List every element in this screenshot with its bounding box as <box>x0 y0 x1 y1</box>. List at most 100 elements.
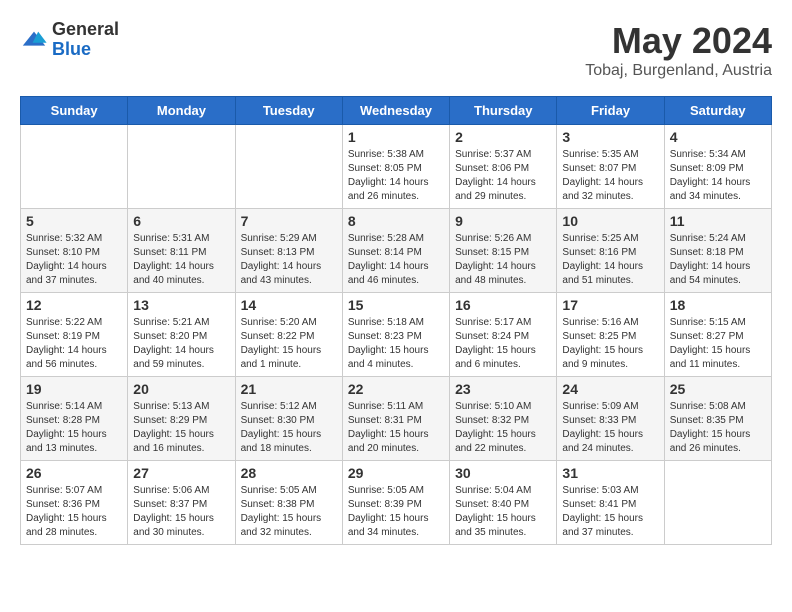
calendar-cell: 12 Sunrise: 5:22 AM Sunset: 8:19 PM Dayli… <box>21 293 128 377</box>
day-number: 20 <box>133 381 229 397</box>
day-number: 25 <box>670 381 766 397</box>
logo: General Blue <box>20 20 119 60</box>
calendar-week-5: 26Sunrise: 5:07 AM Sunset: 8:36 PM Dayli… <box>21 461 772 545</box>
cell-info: Sunrise: 5:37 AM Sunset: 8:06 PM Dayligh… <box>455 148 551 204</box>
calendar-week-3: 12 Sunrise: 5:22 AM Sunset: 8:19 PM Dayli… <box>21 293 772 377</box>
calendar-cell: 8 Sunrise: 5:28 AM Sunset: 8:14 PM Daylig… <box>342 209 449 293</box>
calendar-cell: 21 Sunrise: 5:12 AM Sunset: 8:30 PM Dayli… <box>235 377 342 461</box>
day-number: 12 <box>26 297 122 313</box>
day-number: 14 <box>241 297 337 313</box>
cell-info: Sunrise: 5:12 AM Sunset: 8:30 PM Dayligh… <box>241 400 337 456</box>
calendar-cell: 19 Sunrise: 5:14 AM Sunset: 8:28 PM Dayli… <box>21 377 128 461</box>
cell-info: Sunrise: 5:11 AM Sunset: 8:31 PM Dayligh… <box>348 400 444 456</box>
calendar-cell: 13 Sunrise: 5:21 AM Sunset: 8:20 PM Dayli… <box>128 293 235 377</box>
calendar-week-1: 1Sunrise: 5:38 AM Sunset: 8:05 PM Daylig… <box>21 125 772 209</box>
cell-info: Sunrise: 5:15 AM Sunset: 8:27 PM Dayligh… <box>670 316 766 372</box>
calendar-cell: 5 Sunrise: 5:32 AM Sunset: 8:10 PM Daylig… <box>21 209 128 293</box>
day-number: 22 <box>348 381 444 397</box>
day-number: 5 <box>26 213 122 229</box>
cell-info: Sunrise: 5:08 AM Sunset: 8:35 PM Dayligh… <box>670 400 766 456</box>
calendar-cell: 1Sunrise: 5:38 AM Sunset: 8:05 PM Daylig… <box>342 125 449 209</box>
logo-icon <box>20 26 48 54</box>
calendar-cell: 20 Sunrise: 5:13 AM Sunset: 8:29 PM Dayli… <box>128 377 235 461</box>
calendar-cell: 25 Sunrise: 5:08 AM Sunset: 8:35 PM Dayli… <box>664 377 771 461</box>
cell-info: Sunrise: 5:35 AM Sunset: 8:07 PM Dayligh… <box>562 148 658 204</box>
cell-info: Sunrise: 5:32 AM Sunset: 8:10 PM Dayligh… <box>26 232 122 288</box>
cell-info: Sunrise: 5:18 AM Sunset: 8:23 PM Dayligh… <box>348 316 444 372</box>
day-number: 18 <box>670 297 766 313</box>
day-number: 9 <box>455 213 551 229</box>
day-header-tuesday: Tuesday <box>235 97 342 125</box>
day-header-saturday: Saturday <box>664 97 771 125</box>
day-header-sunday: Sunday <box>21 97 128 125</box>
day-header-wednesday: Wednesday <box>342 97 449 125</box>
cell-info: Sunrise: 5:22 AM Sunset: 8:19 PM Dayligh… <box>26 316 122 372</box>
logo-blue-text: Blue <box>52 40 119 60</box>
cell-info: Sunrise: 5:16 AM Sunset: 8:25 PM Dayligh… <box>562 316 658 372</box>
day-number: 8 <box>348 213 444 229</box>
calendar-cell: 2 Sunrise: 5:37 AM Sunset: 8:06 PM Daylig… <box>450 125 557 209</box>
day-number: 13 <box>133 297 229 313</box>
day-number: 31 <box>562 465 658 481</box>
cell-info: Sunrise: 5:28 AM Sunset: 8:14 PM Dayligh… <box>348 232 444 288</box>
calendar-cell: 22 Sunrise: 5:11 AM Sunset: 8:31 PM Dayli… <box>342 377 449 461</box>
calendar-cell: 14 Sunrise: 5:20 AM Sunset: 8:22 PM Dayli… <box>235 293 342 377</box>
day-number: 6 <box>133 213 229 229</box>
calendar-cell: 3 Sunrise: 5:35 AM Sunset: 8:07 PM Daylig… <box>557 125 664 209</box>
day-number: 30 <box>455 465 551 481</box>
calendar-cell <box>128 125 235 209</box>
calendar-cell <box>21 125 128 209</box>
day-number: 24 <box>562 381 658 397</box>
cell-info: Sunrise: 5:03 AM Sunset: 8:41 PM Dayligh… <box>562 484 658 540</box>
cell-info: Sunrise: 5:13 AM Sunset: 8:29 PM Dayligh… <box>133 400 229 456</box>
calendar-cell: 26Sunrise: 5:07 AM Sunset: 8:36 PM Dayli… <box>21 461 128 545</box>
calendar-cell: 7 Sunrise: 5:29 AM Sunset: 8:13 PM Daylig… <box>235 209 342 293</box>
cell-info: Sunrise: 5:26 AM Sunset: 8:15 PM Dayligh… <box>455 232 551 288</box>
cell-info: Sunrise: 5:05 AM Sunset: 8:38 PM Dayligh… <box>241 484 337 540</box>
calendar-cell: 28 Sunrise: 5:05 AM Sunset: 8:38 PM Dayli… <box>235 461 342 545</box>
cell-info: Sunrise: 5:34 AM Sunset: 8:09 PM Dayligh… <box>670 148 766 204</box>
calendar-header-row: SundayMondayTuesdayWednesdayThursdayFrid… <box>21 97 772 125</box>
calendar-cell: 17Sunrise: 5:16 AM Sunset: 8:25 PM Dayli… <box>557 293 664 377</box>
calendar-cell: 18 Sunrise: 5:15 AM Sunset: 8:27 PM Dayli… <box>664 293 771 377</box>
calendar-cell: 29 Sunrise: 5:05 AM Sunset: 8:39 PM Dayli… <box>342 461 449 545</box>
cell-info: Sunrise: 5:10 AM Sunset: 8:32 PM Dayligh… <box>455 400 551 456</box>
calendar-cell: 6Sunrise: 5:31 AM Sunset: 8:11 PM Daylig… <box>128 209 235 293</box>
cell-info: Sunrise: 5:09 AM Sunset: 8:33 PM Dayligh… <box>562 400 658 456</box>
calendar-week-4: 19 Sunrise: 5:14 AM Sunset: 8:28 PM Dayli… <box>21 377 772 461</box>
day-number: 27 <box>133 465 229 481</box>
calendar-cell: 4 Sunrise: 5:34 AM Sunset: 8:09 PM Daylig… <box>664 125 771 209</box>
day-number: 16 <box>455 297 551 313</box>
logo-text: General Blue <box>52 20 119 60</box>
calendar-cell <box>235 125 342 209</box>
cell-info: Sunrise: 5:20 AM Sunset: 8:22 PM Dayligh… <box>241 316 337 372</box>
day-number: 2 <box>455 129 551 145</box>
cell-info: Sunrise: 5:14 AM Sunset: 8:28 PM Dayligh… <box>26 400 122 456</box>
calendar-cell: 24 Sunrise: 5:09 AM Sunset: 8:33 PM Dayli… <box>557 377 664 461</box>
title-block: May 2024 Tobaj, Burgenland, Austria <box>585 20 772 80</box>
cell-info: Sunrise: 5:17 AM Sunset: 8:24 PM Dayligh… <box>455 316 551 372</box>
day-number: 21 <box>241 381 337 397</box>
day-header-monday: Monday <box>128 97 235 125</box>
calendar-cell: 31 Sunrise: 5:03 AM Sunset: 8:41 PM Dayli… <box>557 461 664 545</box>
calendar-title: May 2024 <box>585 20 772 62</box>
day-number: 29 <box>348 465 444 481</box>
calendar-cell <box>664 461 771 545</box>
cell-info: Sunrise: 5:21 AM Sunset: 8:20 PM Dayligh… <box>133 316 229 372</box>
day-number: 3 <box>562 129 658 145</box>
day-header-thursday: Thursday <box>450 97 557 125</box>
day-number: 23 <box>455 381 551 397</box>
cell-info: Sunrise: 5:29 AM Sunset: 8:13 PM Dayligh… <box>241 232 337 288</box>
calendar-cell: 16 Sunrise: 5:17 AM Sunset: 8:24 PM Dayli… <box>450 293 557 377</box>
cell-info: Sunrise: 5:06 AM Sunset: 8:37 PM Dayligh… <box>133 484 229 540</box>
calendar-table: SundayMondayTuesdayWednesdayThursdayFrid… <box>20 96 772 545</box>
calendar-subtitle: Tobaj, Burgenland, Austria <box>585 62 772 80</box>
logo-general-text: General <box>52 20 119 40</box>
cell-info: Sunrise: 5:05 AM Sunset: 8:39 PM Dayligh… <box>348 484 444 540</box>
day-number: 28 <box>241 465 337 481</box>
day-number: 10 <box>562 213 658 229</box>
day-number: 4 <box>670 129 766 145</box>
calendar-cell: 30Sunrise: 5:04 AM Sunset: 8:40 PM Dayli… <box>450 461 557 545</box>
day-number: 19 <box>26 381 122 397</box>
day-number: 7 <box>241 213 337 229</box>
